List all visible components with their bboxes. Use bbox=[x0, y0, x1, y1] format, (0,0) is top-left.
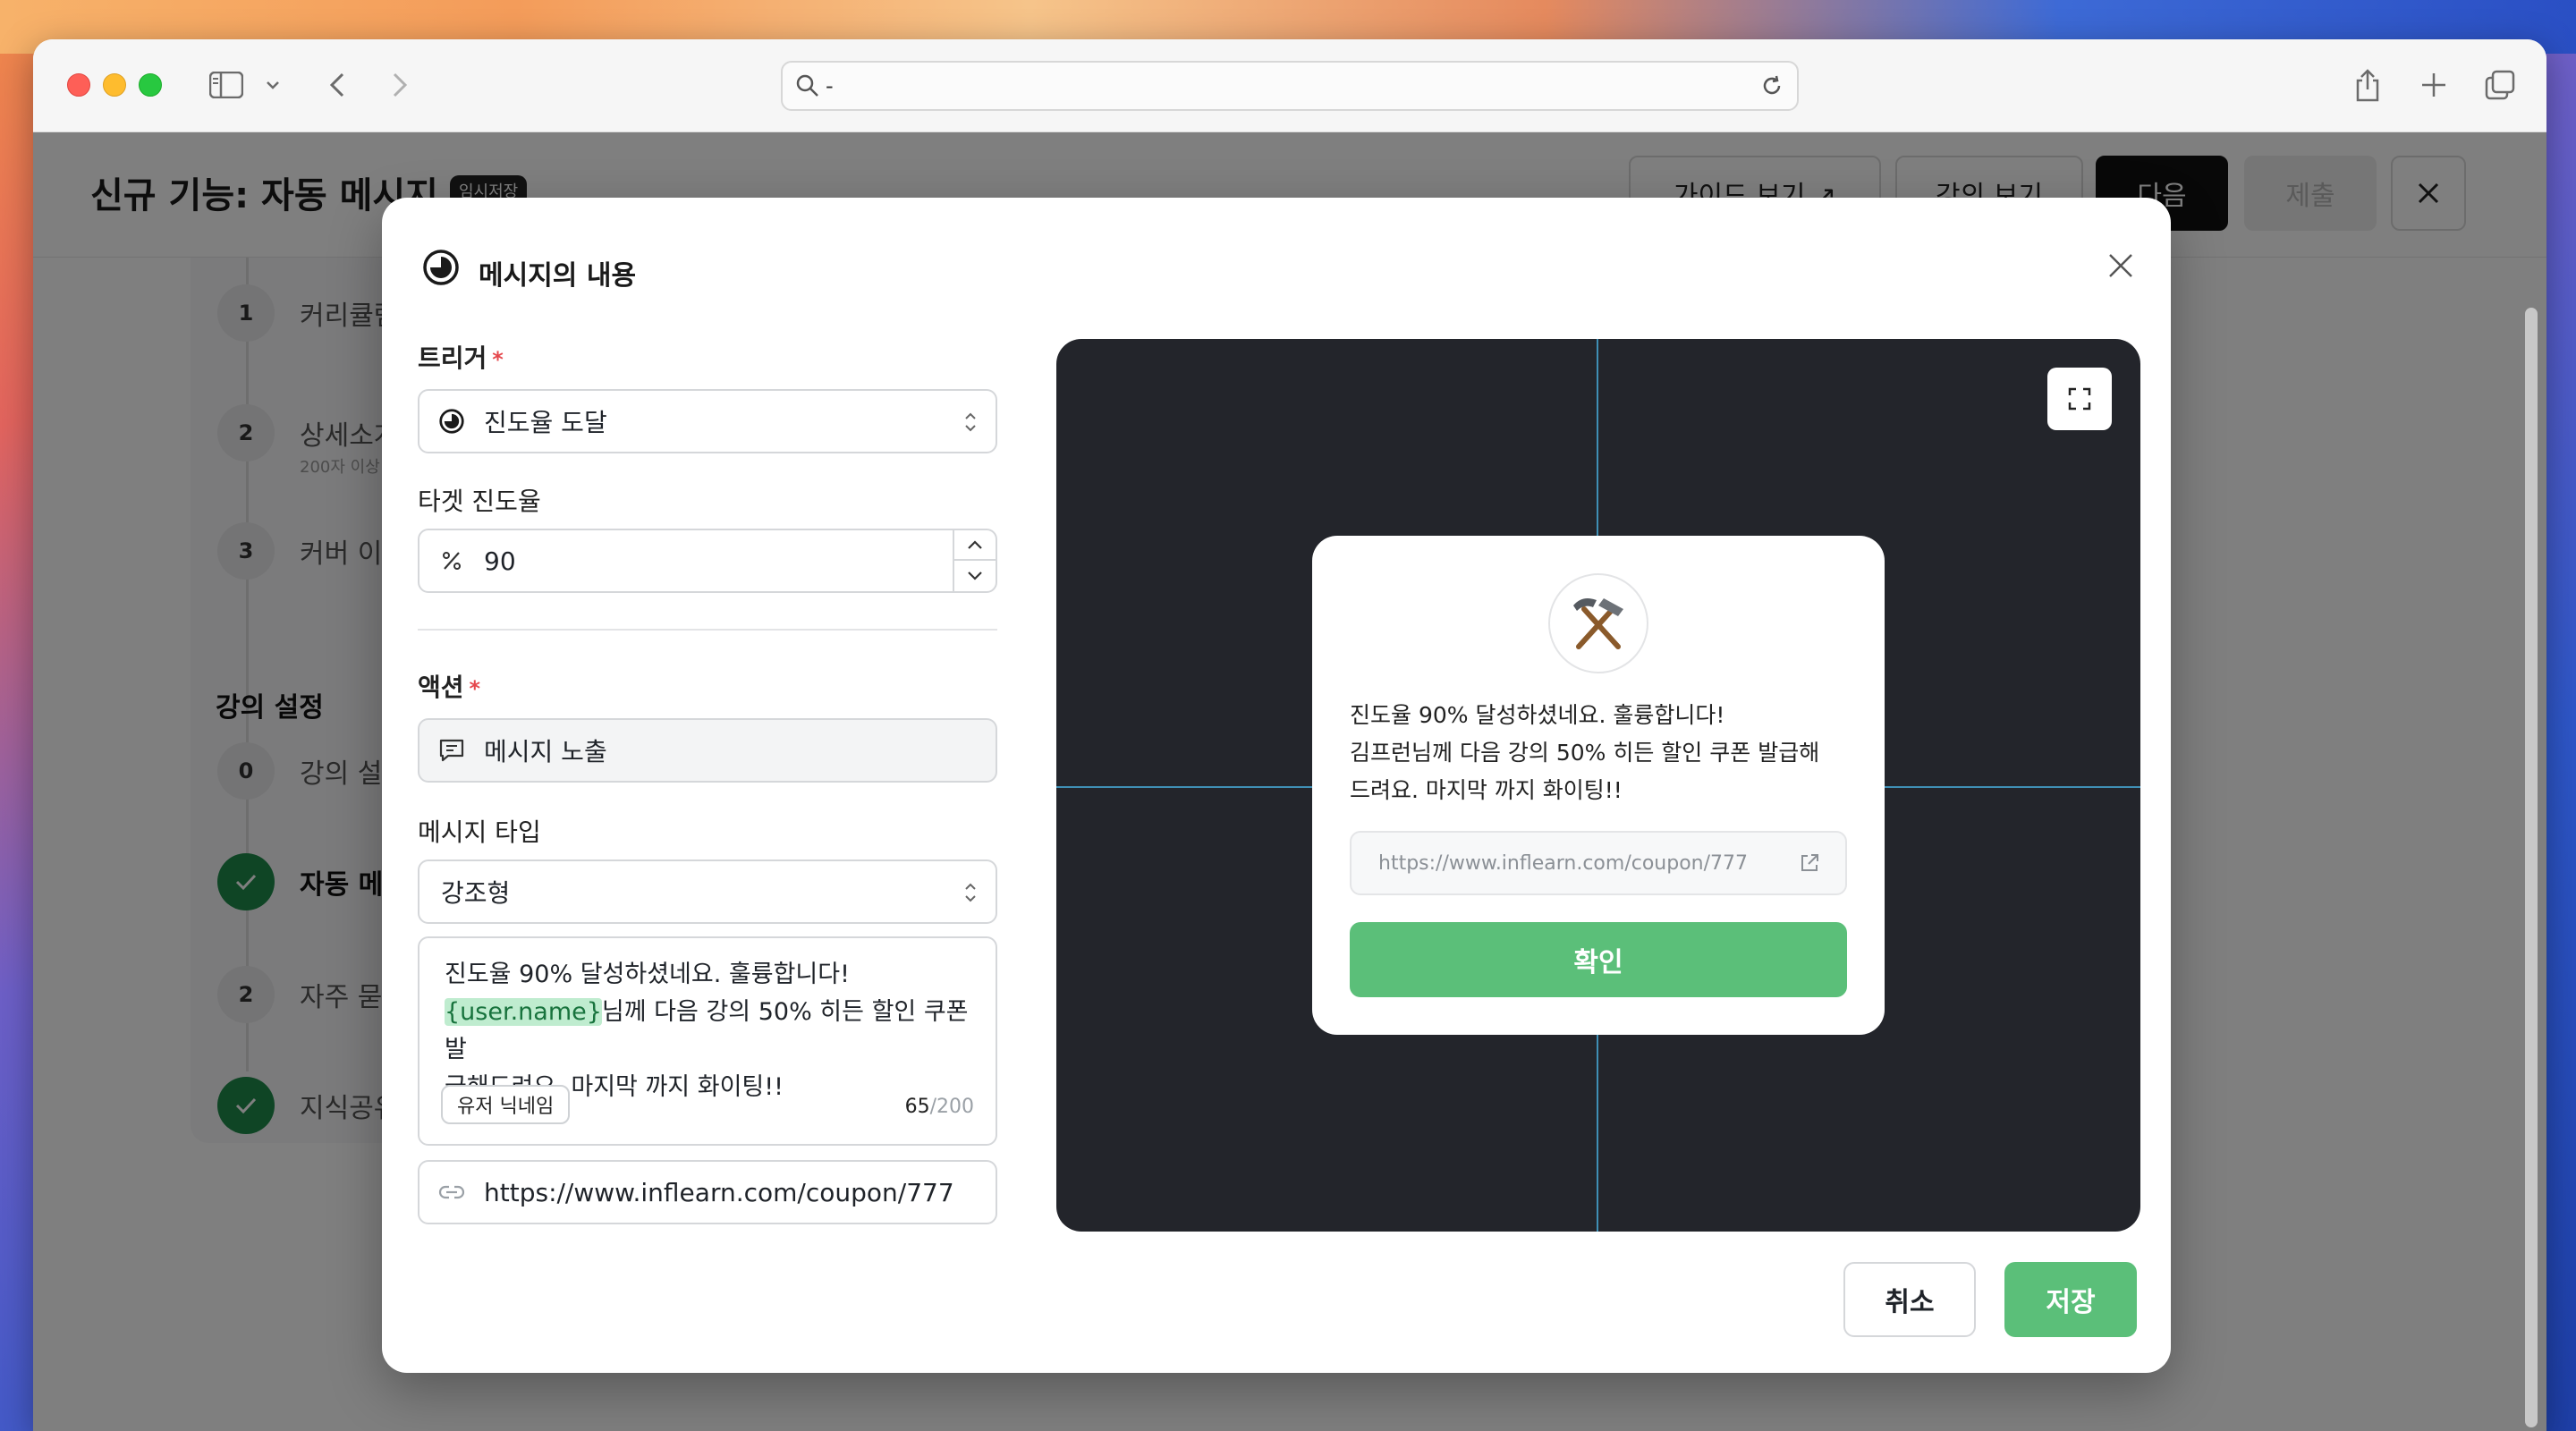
share-icon[interactable] bbox=[2348, 64, 2387, 106]
minimize-window-button[interactable] bbox=[103, 73, 126, 97]
message-text: 진도율 90% 달성하셨네요. 훌륭합니다! {user.name}님께 다음 … bbox=[445, 956, 972, 1106]
preview-confirm-button[interactable]: 확인 bbox=[1350, 922, 1847, 997]
close-window-button[interactable] bbox=[67, 73, 90, 97]
action-label: 액션 * bbox=[418, 673, 481, 702]
preview-link[interactable]: https://www.inflearn.com/coupon/777 bbox=[1350, 831, 1847, 895]
target-progress-value: 90 bbox=[484, 546, 516, 576]
increment-button[interactable] bbox=[954, 530, 996, 561]
sidebar-toggle-icon[interactable] bbox=[205, 64, 248, 106]
message-type-label: 메시지 타입 bbox=[418, 817, 541, 847]
preview-line: 김프런님께 다음 강의 50% 히든 할인 쿠폰 발급해 bbox=[1350, 740, 1820, 766]
address-text: - bbox=[826, 73, 834, 98]
address-bar[interactable]: - bbox=[781, 61, 1799, 111]
close-icon[interactable] bbox=[2103, 248, 2139, 284]
select-caret-icon bbox=[963, 411, 978, 437]
preview-card: 진도율 90% 달성하셨네요. 훌륭합니다! 김프런님께 다음 강의 50% 히… bbox=[1312, 536, 1885, 1035]
zoom-window-button[interactable] bbox=[139, 73, 162, 97]
link-icon bbox=[419, 1183, 484, 1201]
char-counter: 65/200 bbox=[904, 1096, 974, 1118]
save-button[interactable]: 저장 bbox=[2004, 1262, 2137, 1337]
required-mark: * bbox=[469, 676, 481, 701]
preview-link-text: https://www.inflearn.com/coupon/777 bbox=[1378, 851, 1749, 875]
back-icon[interactable] bbox=[318, 64, 357, 106]
target-progress-input[interactable]: 90 bbox=[418, 529, 997, 593]
action-value: 메시지 노출 bbox=[484, 737, 607, 766]
new-tab-icon[interactable] bbox=[2414, 64, 2453, 106]
progress-pie-icon bbox=[419, 408, 484, 435]
hammer-pick-icon bbox=[1548, 573, 1648, 673]
action-field: 메시지 노출 bbox=[418, 718, 997, 783]
link-input[interactable]: https://www.inflearn.com/coupon/777 bbox=[418, 1160, 997, 1224]
variable-token[interactable]: {user.name} bbox=[445, 998, 602, 1026]
preview-line: 진도율 90% 달성하셨네요. 훌륭합니다! bbox=[1350, 702, 1725, 728]
message-modal: 메시지의 내용 트리거 * 진도율 도달 타겟 진도율 90 액션 * 메시지 … bbox=[382, 198, 2171, 1373]
browser-toolbar: - bbox=[33, 39, 2546, 132]
number-stepper bbox=[953, 530, 996, 591]
preview-line: 드려요. 마지막 까지 화이팅!! bbox=[1350, 777, 1623, 803]
section-divider bbox=[418, 629, 997, 631]
required-mark: * bbox=[492, 347, 504, 372]
chevron-down-icon[interactable] bbox=[260, 64, 285, 106]
select-caret-icon bbox=[963, 881, 978, 908]
progress-pie-icon bbox=[421, 248, 461, 291]
message-type-value: 강조형 bbox=[441, 878, 511, 908]
preview-message: 진도율 90% 달성하셨네요. 훌륭합니다! 김프런님께 다음 강의 50% 히… bbox=[1350, 697, 1860, 809]
message-line: 진도율 90% 달성하셨네요. 훌륭합니다! bbox=[445, 961, 850, 988]
message-type-select[interactable]: 강조형 bbox=[418, 859, 997, 924]
link-value: https://www.inflearn.com/coupon/777 bbox=[484, 1177, 954, 1207]
modal-title: 메시지의 내용 bbox=[479, 260, 637, 292]
tab-overview-icon[interactable] bbox=[2480, 64, 2520, 106]
trigger-label: 트리거 * bbox=[418, 343, 504, 373]
search-icon bbox=[795, 73, 820, 102]
percent-icon bbox=[419, 550, 484, 572]
message-icon bbox=[419, 738, 484, 763]
message-preview: 진도율 90% 달성하셨네요. 훌륭합니다! 김프런님께 다음 강의 50% 히… bbox=[1056, 339, 2140, 1232]
trigger-value: 진도율 도달 bbox=[484, 408, 607, 437]
insert-nickname-chip[interactable]: 유저 닉네임 bbox=[441, 1085, 571, 1124]
decrement-button[interactable] bbox=[954, 561, 996, 591]
reload-icon[interactable] bbox=[1759, 73, 1784, 102]
forward-icon[interactable] bbox=[380, 64, 419, 106]
external-link-icon bbox=[1799, 852, 1820, 877]
fullscreen-icon[interactable] bbox=[2047, 368, 2112, 430]
trigger-select[interactable]: 진도율 도달 bbox=[418, 389, 997, 453]
page-scrollbar[interactable] bbox=[2525, 308, 2538, 1427]
message-textarea[interactable]: 진도율 90% 달성하셨네요. 훌륭합니다! {user.name}님께 다음 … bbox=[418, 936, 997, 1146]
cancel-button[interactable]: 취소 bbox=[1843, 1262, 1976, 1337]
target-progress-label: 타겟 진도율 bbox=[418, 487, 541, 516]
